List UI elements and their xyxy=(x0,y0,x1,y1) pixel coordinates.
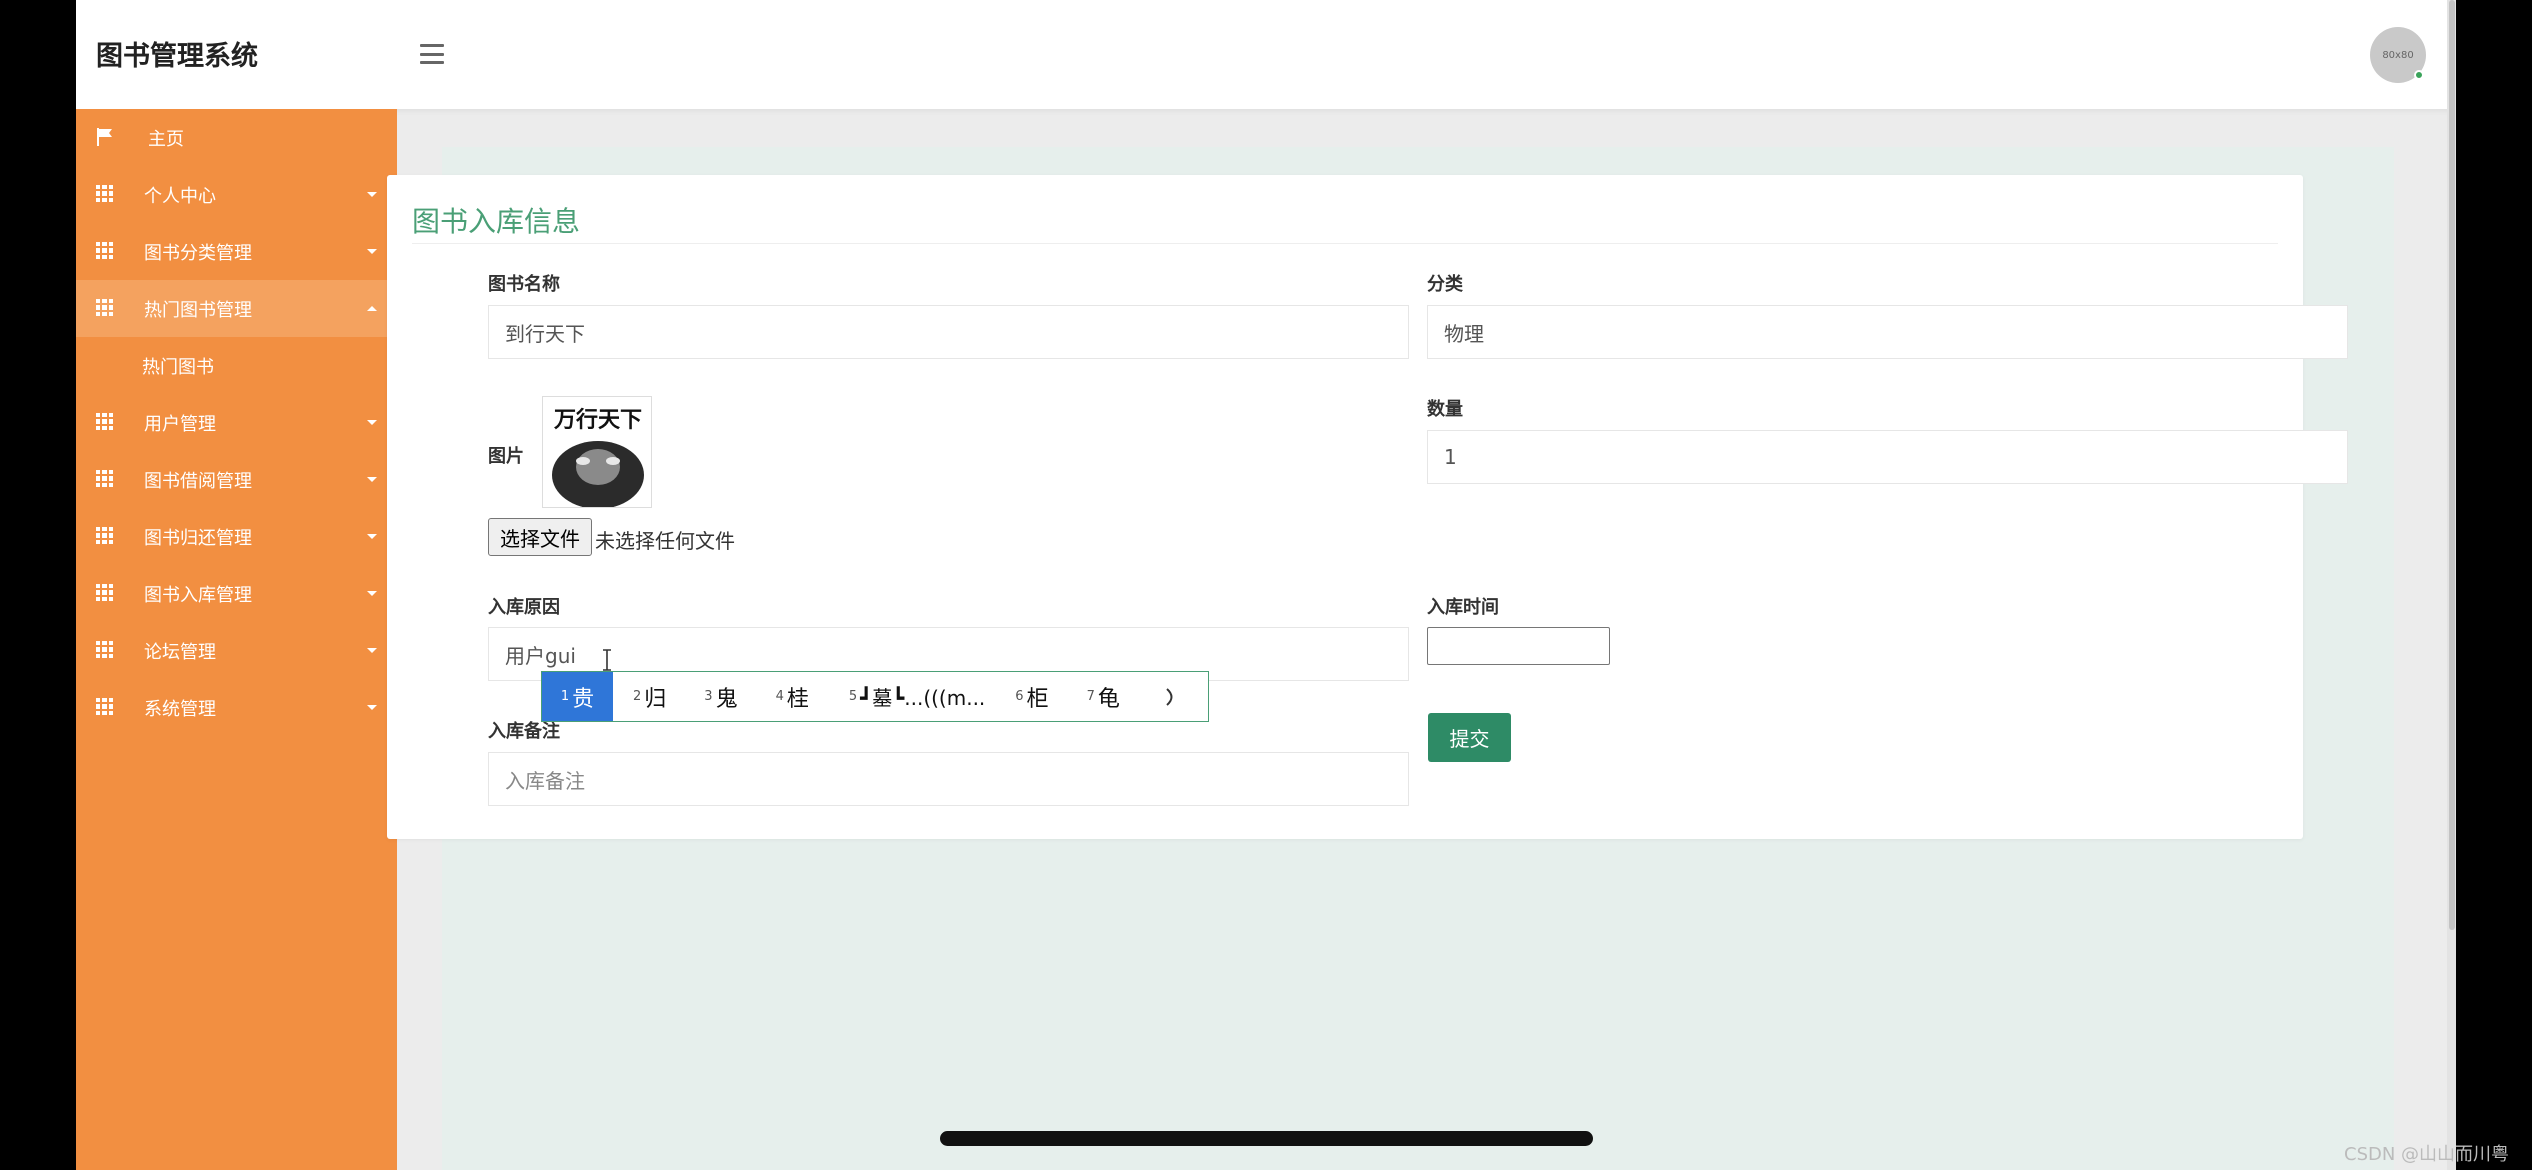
sidebar: 主页 个人中心 图书分类管理 热门图书管理 热门图书 用户管理 图书借阅管理 图… xyxy=(76,109,397,1170)
ime-candidate[interactable]: 7龟 xyxy=(1087,672,1120,721)
ime-candidate-text: 桂 xyxy=(786,686,809,712)
sidebar-item-label: 用户管理 xyxy=(144,413,216,435)
ime-candidate[interactable]: 6柜 xyxy=(1015,672,1048,721)
category-input[interactable]: 物理 xyxy=(1427,305,2348,359)
ime-candidate-text: ┛墓┗...(((m... xyxy=(860,686,986,710)
sidebar-subitem-hot-books[interactable]: 热门图书 xyxy=(76,337,397,394)
caret-down-icon xyxy=(367,249,377,254)
caret-up-icon xyxy=(367,306,377,311)
ime-candidate[interactable]: 5 ┛墓┗...(((m... xyxy=(849,672,985,721)
ime-next-page-icon[interactable] xyxy=(1164,686,1178,708)
sidebar-item-label: 热门图书管理 xyxy=(144,299,252,321)
sidebar-item-home[interactable]: 主页 xyxy=(76,109,397,166)
ime-candidate-text: 鬼 xyxy=(715,686,738,712)
online-status-dot xyxy=(2414,70,2424,80)
caret-down-icon xyxy=(367,705,377,710)
ime-candidate-number: 2 xyxy=(633,689,642,704)
grid-icon xyxy=(96,299,113,316)
sidebar-item-label: 图书归还管理 xyxy=(144,527,252,549)
time-input[interactable] xyxy=(1427,627,1610,665)
sidebar-item-forum-management[interactable]: 论坛管理 xyxy=(76,622,397,679)
ime-candidate-number: 5 xyxy=(848,689,858,704)
book-cover-thumbnail: 万行天下 xyxy=(542,396,652,508)
grid-icon xyxy=(96,242,113,259)
sidebar-item-category-management[interactable]: 图书分类管理 xyxy=(76,223,397,280)
ime-candidate[interactable]: 2归 xyxy=(633,672,666,721)
book-cover-title: 万行天下 xyxy=(553,407,642,433)
category-label: 分类 xyxy=(1427,274,1463,295)
caret-down-icon xyxy=(367,534,377,539)
submit-button[interactable]: 提交 xyxy=(1428,713,1511,762)
ime-candidate-number: 7 xyxy=(1086,689,1095,704)
sidebar-item-label: 图书分类管理 xyxy=(144,242,252,264)
screen: 图书管理系统 80x80 主页 个人中心 图书分类管理 热门图书管理 热门图书 … xyxy=(0,0,2532,1170)
ime-candidate-number: 1 xyxy=(560,689,570,704)
flag-icon xyxy=(97,128,112,146)
sidebar-item-user-management[interactable]: 用户管理 xyxy=(76,394,397,451)
caret-down-icon xyxy=(367,648,377,653)
ime-candidate-number: 4 xyxy=(775,689,784,704)
form-card xyxy=(387,175,2303,839)
scrollbar-thumb[interactable] xyxy=(2449,0,2455,930)
ime-candidate[interactable]: 3鬼 xyxy=(704,672,737,721)
reason-label: 入库原因 xyxy=(488,597,560,618)
sidebar-item-label: 图书借阅管理 xyxy=(144,470,252,492)
ime-candidate-bar: 1贵 2归 3鬼 4桂 5 ┛墓┗...(((m... 6柜 7龟 xyxy=(541,671,1209,722)
sidebar-item-stock-in-management[interactable]: 图书入库管理 xyxy=(76,565,397,622)
sidebar-item-personal-center[interactable]: 个人中心 xyxy=(76,166,397,223)
time-label: 入库时间 xyxy=(1427,597,1499,618)
menu-toggle-icon[interactable] xyxy=(420,44,444,64)
sidebar-item-label: 图书入库管理 xyxy=(144,584,252,606)
sidebar-item-label: 个人中心 xyxy=(144,185,216,207)
image-label: 图片 xyxy=(488,446,524,467)
sidebar-item-system-management[interactable]: 系统管理 xyxy=(76,679,397,736)
caret-down-icon xyxy=(367,477,377,482)
home-indicator[interactable] xyxy=(940,1131,1593,1146)
sidebar-item-return-management[interactable]: 图书归还管理 xyxy=(76,508,397,565)
grid-icon xyxy=(96,470,113,487)
sidebar-item-label: 主页 xyxy=(148,128,184,150)
quantity-label: 数量 xyxy=(1427,399,1463,420)
sidebar-item-label: 论坛管理 xyxy=(144,641,216,663)
grid-icon xyxy=(96,185,113,202)
ime-candidate[interactable]: 1贵 xyxy=(542,672,613,721)
ime-candidate-text: 柜 xyxy=(1026,686,1049,712)
book-name-label: 图书名称 xyxy=(488,274,560,295)
ime-candidate-text: 贵 xyxy=(572,686,595,712)
grid-icon xyxy=(96,641,113,658)
book-name-input[interactable]: 到行天下 xyxy=(488,305,1409,359)
caret-down-icon xyxy=(367,420,377,425)
ime-candidate-text: 归 xyxy=(644,686,667,712)
watermark: CSDN @山山而川粤 xyxy=(2344,1144,2510,1165)
ime-candidate-number: 3 xyxy=(704,689,713,704)
page-title: 图书入库信息 xyxy=(412,205,581,238)
grid-icon xyxy=(96,584,113,601)
grid-icon xyxy=(96,527,113,544)
ime-candidate[interactable]: 4桂 xyxy=(776,672,809,721)
grid-icon xyxy=(96,698,113,715)
top-bar: 图书管理系统 80x80 xyxy=(76,0,2456,109)
sidebar-item-borrow-management[interactable]: 图书借阅管理 xyxy=(76,451,397,508)
sidebar-item-hot-books-management[interactable]: 热门图书管理 xyxy=(76,280,397,337)
grid-icon xyxy=(96,413,113,430)
text-cursor-icon xyxy=(603,649,611,671)
title-divider xyxy=(412,243,2278,244)
ime-candidate-number: 6 xyxy=(1015,689,1024,704)
book-cover-image: 万行天下 xyxy=(543,397,651,507)
ime-candidate-text: 龟 xyxy=(1097,686,1120,712)
app-brand: 图书管理系统 xyxy=(96,41,258,72)
caret-down-icon xyxy=(367,591,377,596)
caret-down-icon xyxy=(367,192,377,197)
quantity-input[interactable]: 1 xyxy=(1427,430,2348,484)
sidebar-item-label: 系统管理 xyxy=(144,698,216,720)
file-status-text: 未选择任何文件 xyxy=(595,529,735,553)
remark-input[interactable]: 入库备注 xyxy=(488,752,1409,806)
choose-file-button[interactable]: 选择文件 xyxy=(488,518,592,556)
